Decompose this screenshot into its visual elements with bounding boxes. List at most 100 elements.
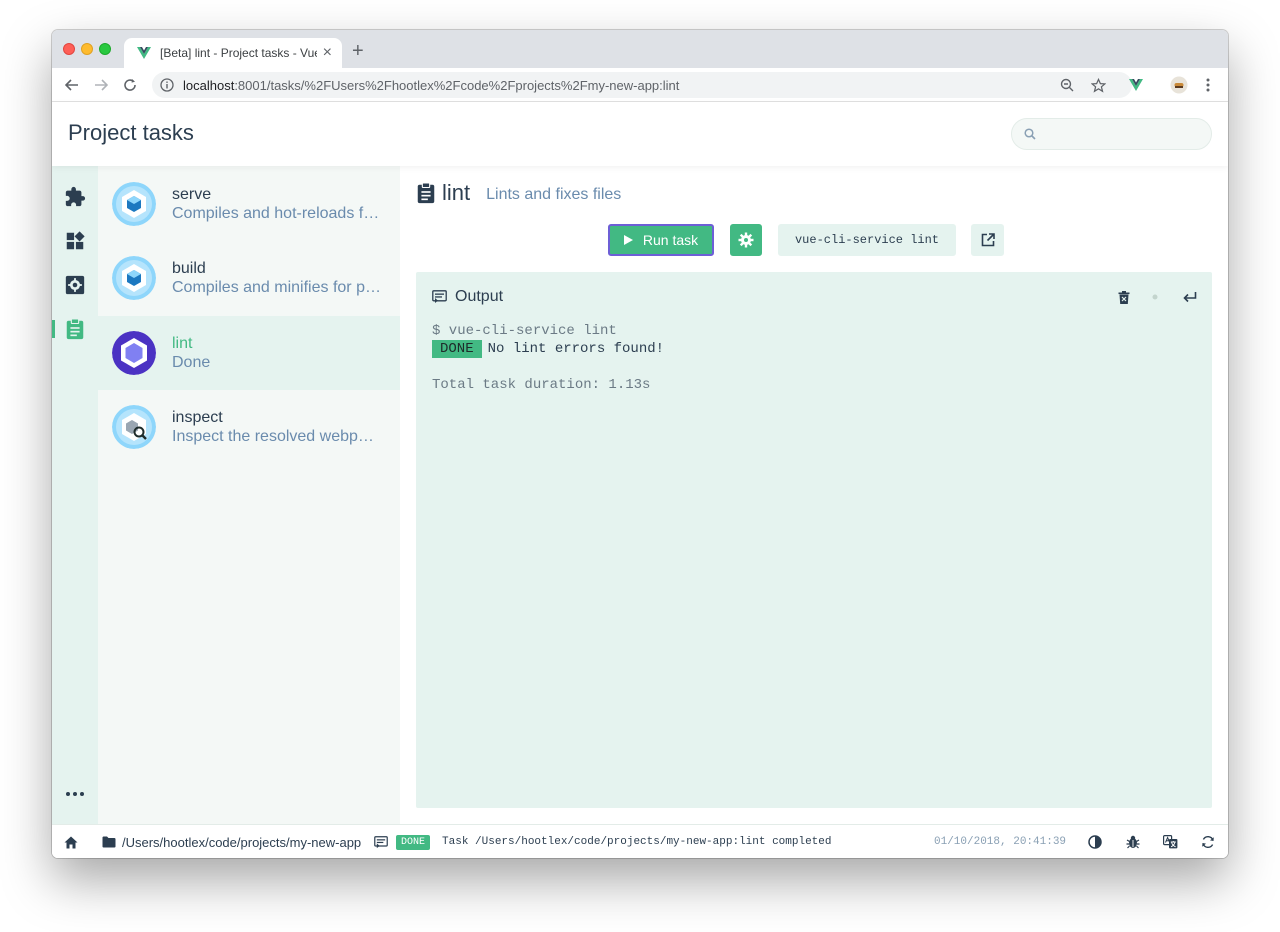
project-path: /Users/hootlex/code/projects/my-new-app bbox=[122, 834, 362, 850]
task-settings-button[interactable] bbox=[730, 224, 762, 256]
search-box[interactable] bbox=[1011, 118, 1212, 150]
browser-menu-icon[interactable] bbox=[1198, 75, 1218, 95]
dark-mode-toggle[interactable] bbox=[1088, 825, 1102, 858]
trash-icon bbox=[1118, 290, 1130, 304]
close-window-button[interactable] bbox=[63, 43, 75, 55]
status-bar: /Users/hootlex/code/projects/my-new-app … bbox=[52, 824, 1228, 858]
address-bar[interactable]: localhost:8001/tasks/%2FUsers%2Fhootlex%… bbox=[152, 72, 1132, 98]
minimize-window-button[interactable] bbox=[81, 43, 93, 55]
url-host: localhost bbox=[183, 77, 235, 93]
vue-logo-icon bbox=[137, 47, 151, 59]
nav-item-dependencies[interactable] bbox=[52, 223, 98, 259]
task-subtitle: Lints and fixes files bbox=[486, 186, 622, 203]
terminal-command-line: $ vue-cli-service lint bbox=[432, 323, 617, 339]
task-description: Inspect the resolved webpack config bbox=[172, 428, 382, 445]
run-task-label: Run task bbox=[642, 232, 699, 248]
timestamp-text: 01/10/2018, 20:41:39 bbox=[934, 836, 1067, 848]
done-badge: DONE bbox=[432, 340, 482, 358]
browser-tab[interactable]: [Beta] lint - Project tasks - Vue CLI × bbox=[124, 38, 342, 68]
task-list: serve Compiles and hot-reloads for devel… bbox=[98, 166, 400, 824]
task-item-serve[interactable]: serve Compiles and hot-reloads for devel… bbox=[98, 167, 400, 241]
refresh-icon bbox=[1202, 835, 1214, 849]
task-name: inspect bbox=[172, 409, 223, 426]
task-description: Compiles and hot-reloads for development bbox=[172, 205, 382, 222]
task-description: Compiles and minifies for production bbox=[172, 279, 382, 296]
profile-avatar-icon[interactable] bbox=[1169, 75, 1189, 95]
gear-icon bbox=[738, 232, 754, 248]
task-item-lint[interactable]: lint Done bbox=[98, 316, 400, 390]
folder-icon bbox=[102, 836, 116, 848]
nav-item-configuration[interactable] bbox=[52, 267, 98, 303]
task-texts: lint Done bbox=[172, 334, 382, 372]
eslint-icon bbox=[112, 331, 156, 375]
info-icon bbox=[160, 78, 174, 92]
maximize-window-button[interactable] bbox=[99, 43, 111, 55]
task-name: serve bbox=[172, 186, 212, 203]
dashboard-icon bbox=[66, 231, 85, 250]
nav-item-tasks[interactable] bbox=[52, 311, 98, 347]
task-item-build[interactable]: build Compiles and minifies for producti… bbox=[98, 241, 400, 315]
task-texts: build Compiles and minifies for producti… bbox=[172, 259, 382, 297]
url-path: :8001/tasks/%2FUsers%2Fhootlex%2Fcode%2F… bbox=[234, 77, 680, 93]
task-title: lint bbox=[442, 180, 471, 205]
close-tab-icon[interactable]: × bbox=[323, 45, 332, 61]
back-button[interactable] bbox=[62, 75, 82, 95]
task-name: lint bbox=[172, 335, 193, 352]
reload-icon bbox=[124, 79, 136, 91]
log-status-badge: DONE bbox=[396, 834, 431, 850]
vue-devtools-icon[interactable] bbox=[1126, 75, 1146, 95]
zoom-icon[interactable] bbox=[1057, 75, 1077, 95]
clipboard-icon bbox=[417, 182, 435, 204]
open-in-new-icon bbox=[981, 233, 995, 247]
browser-window: [Beta] lint - Project tasks - Vue CLI × … bbox=[52, 30, 1228, 858]
scroll-status-dot bbox=[1146, 288, 1164, 306]
reload-button[interactable] bbox=[120, 75, 140, 95]
task-texts: inspect Inspect the resolved webpack con… bbox=[172, 408, 382, 446]
puzzle-icon bbox=[65, 186, 86, 207]
new-tab-button[interactable]: + bbox=[352, 41, 364, 61]
nav-rail bbox=[52, 166, 98, 824]
nav-item-plugins[interactable] bbox=[52, 179, 98, 215]
run-task-button[interactable]: Run task bbox=[608, 224, 714, 256]
webpack-icon bbox=[112, 256, 156, 300]
report-bug-button[interactable] bbox=[1126, 825, 1140, 858]
task-header: lint Lints and fixes files bbox=[416, 180, 621, 206]
task-name: build bbox=[172, 260, 206, 277]
arrow-right-icon bbox=[95, 79, 108, 91]
forward-button[interactable] bbox=[91, 75, 111, 95]
wrap-lines-button[interactable] bbox=[1181, 288, 1199, 306]
dot-icon bbox=[1152, 294, 1158, 300]
search-input[interactable] bbox=[1044, 126, 1194, 142]
webpack-icon bbox=[112, 182, 156, 226]
timestamp: 01/10/2018, 20:41:39 bbox=[934, 825, 1066, 858]
log-message: Task /Users/hootlex/code/projects/my-new… bbox=[442, 836, 832, 848]
task-item-inspect[interactable]: inspect Inspect the resolved webpack con… bbox=[98, 390, 400, 464]
clear-output-button[interactable] bbox=[1115, 288, 1133, 306]
webpack-inspect-icon bbox=[112, 405, 156, 449]
browser-tabstrip: [Beta] lint - Project tasks - Vue CLI × … bbox=[52, 30, 1228, 68]
translate-button[interactable] bbox=[1163, 825, 1178, 858]
refresh-button[interactable] bbox=[1201, 825, 1215, 858]
last-log-button[interactable]: DONE Task /Users/hootlex/code/projects/m… bbox=[374, 825, 831, 858]
done-message: No lint errors found! bbox=[487, 341, 665, 357]
tab-title: [Beta] lint - Project tasks - Vue CLI bbox=[160, 46, 317, 60]
terminal-duration-line: Total task duration: 1.13s bbox=[432, 377, 651, 393]
bookmark-star-icon[interactable] bbox=[1088, 75, 1108, 95]
task-detail-panel: lint Lints and fixes files Run task vue-… bbox=[400, 166, 1228, 824]
clipboard-icon bbox=[66, 318, 84, 340]
vue-ui-app: Project tasks serve Compiles and hot-rel… bbox=[52, 102, 1228, 858]
project-path-button[interactable]: /Users/hootlex/code/projects/my-new-app bbox=[102, 825, 361, 858]
output-panel: Output $ vue-cli-service lint DONE No lin… bbox=[416, 272, 1212, 808]
task-command: vue-cli-service lint bbox=[778, 224, 956, 256]
open-in-new-button[interactable] bbox=[971, 224, 1004, 256]
search-icon bbox=[1024, 128, 1036, 140]
return-icon bbox=[1183, 292, 1197, 303]
terminal-output: $ vue-cli-service lint DONE No lint error… bbox=[432, 322, 664, 394]
home-button[interactable] bbox=[64, 825, 78, 858]
url-text: localhost:8001/tasks/%2FUsers%2Fhootlex%… bbox=[183, 78, 679, 93]
home-icon bbox=[64, 836, 78, 848]
more-button[interactable] bbox=[52, 776, 98, 812]
page-title: Project tasks bbox=[68, 120, 194, 145]
task-texts: serve Compiles and hot-reloads for devel… bbox=[172, 185, 382, 223]
